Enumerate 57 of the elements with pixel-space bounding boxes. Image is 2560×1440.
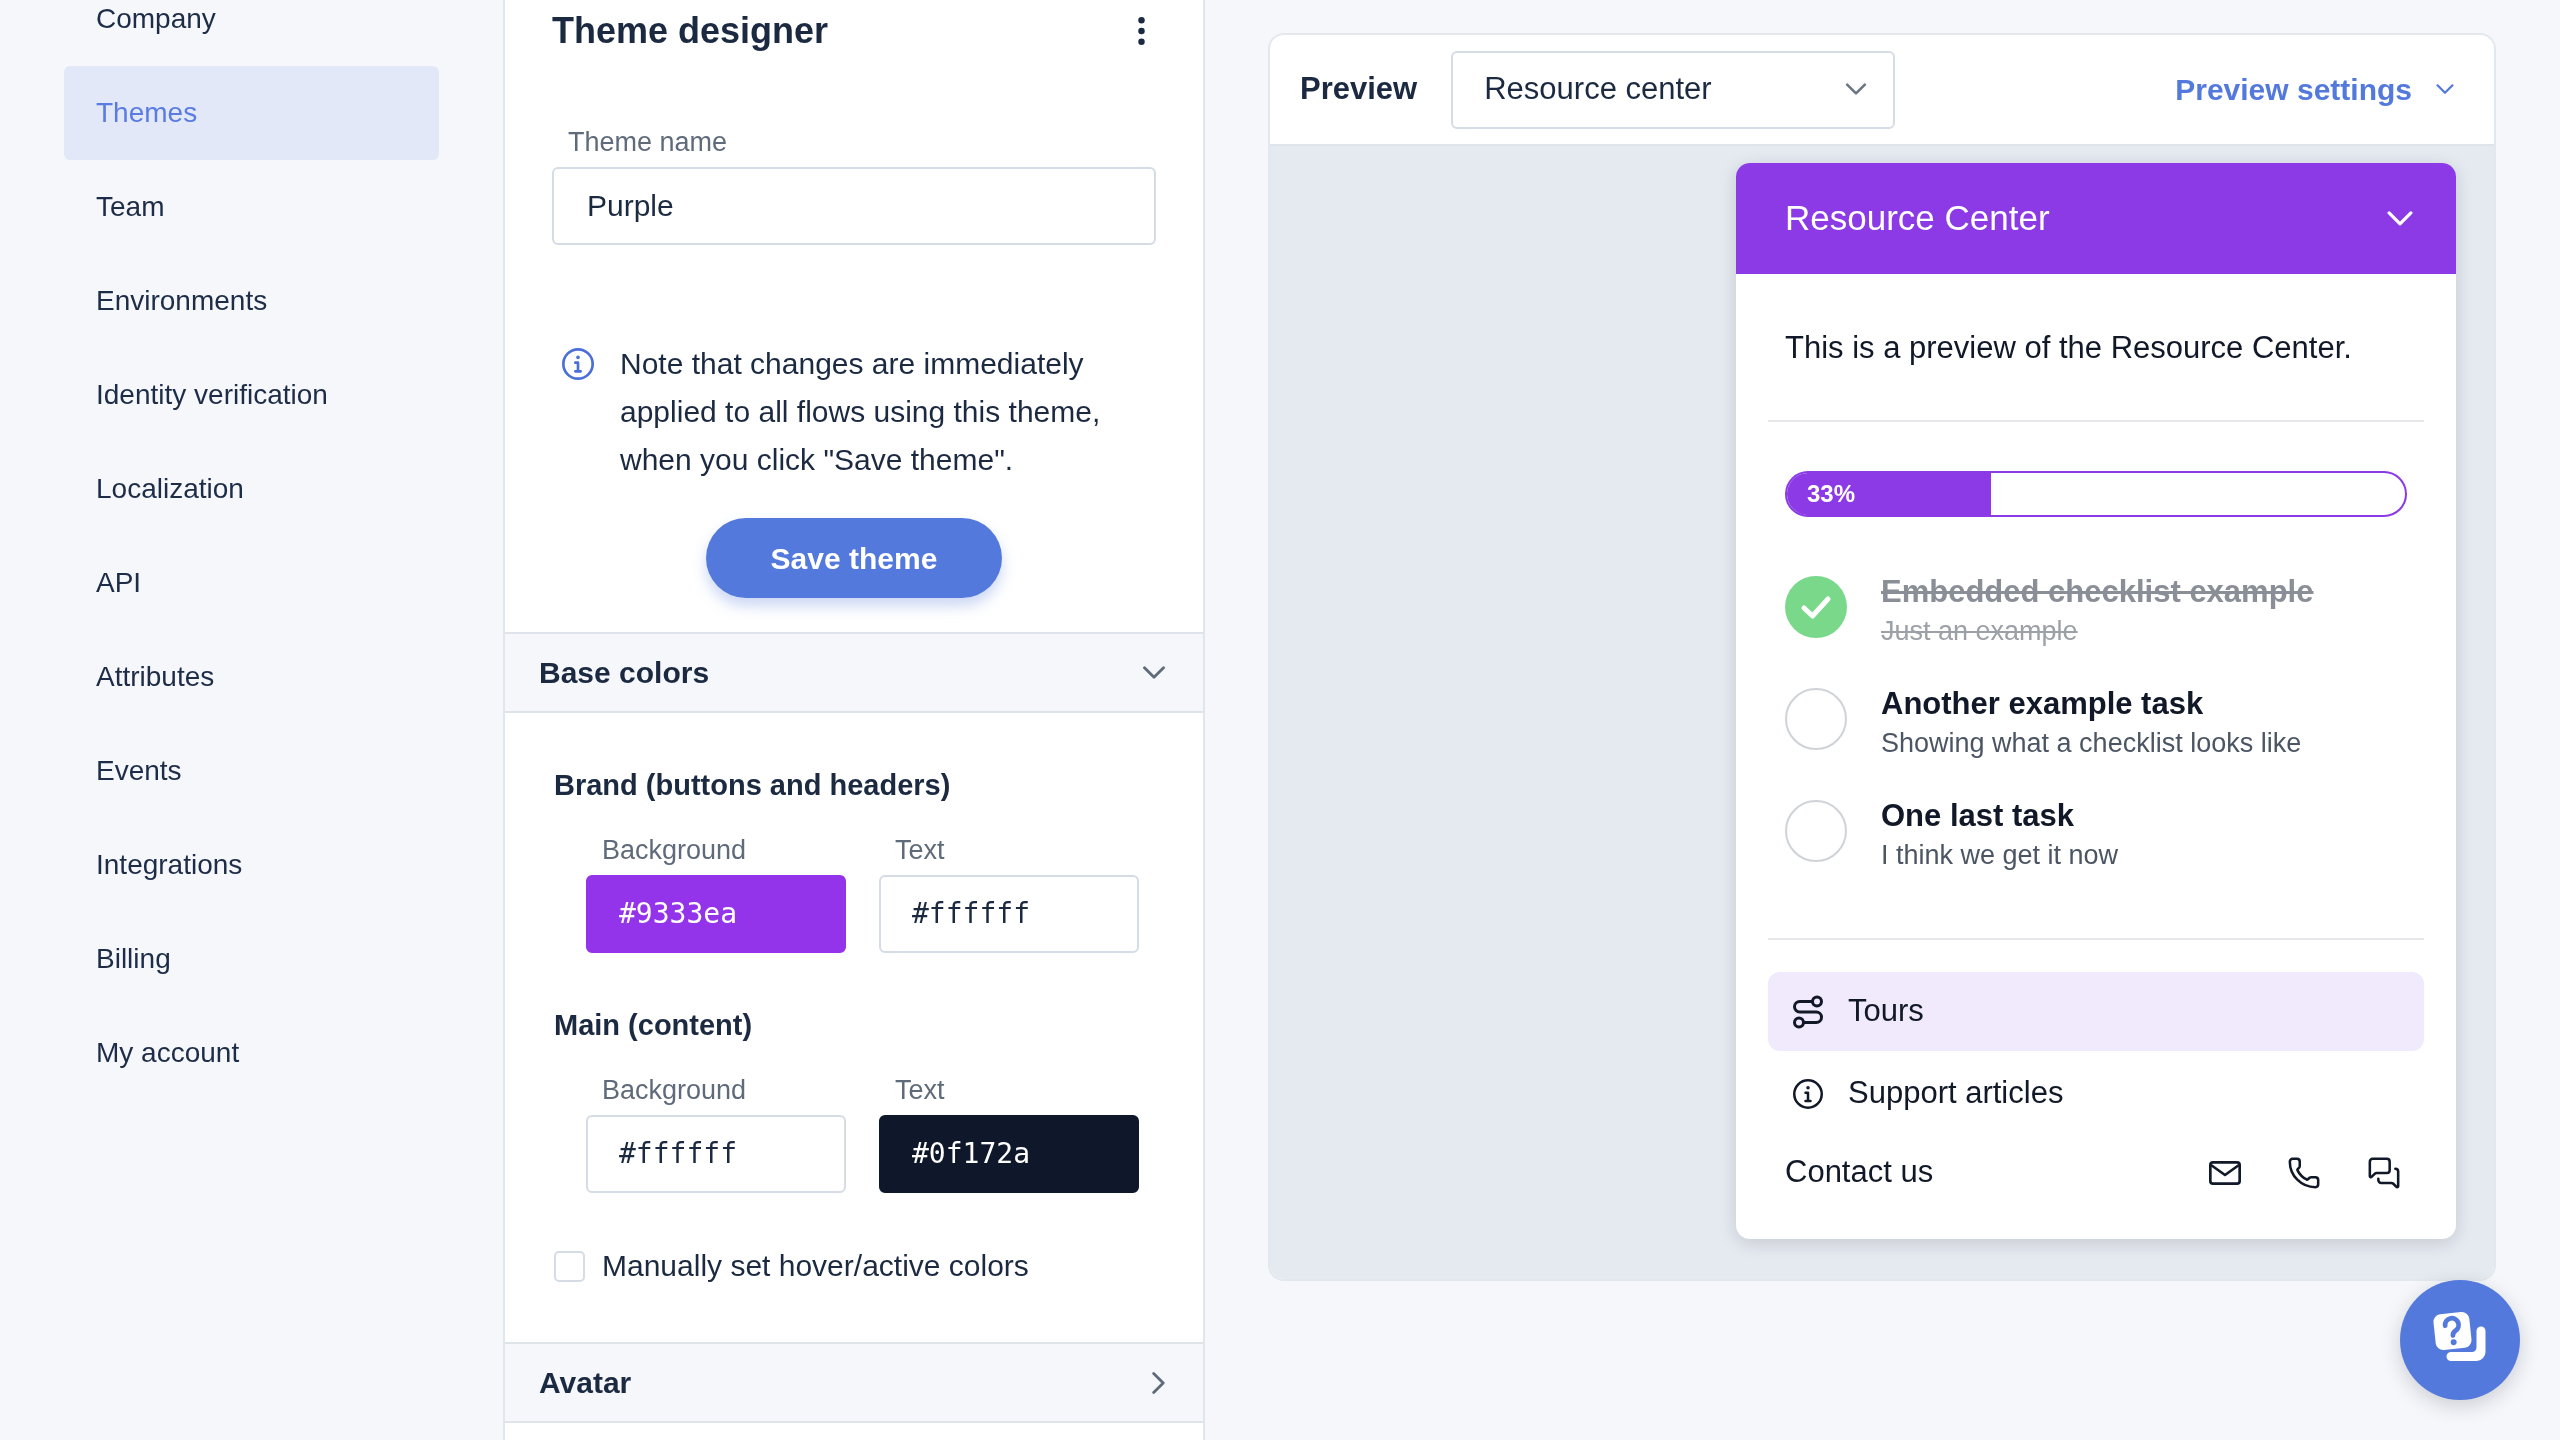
sidebar-item[interactable]: Events [64,724,439,818]
sidebar-item[interactable]: Company [64,0,439,66]
sidebar-item[interactable]: Integrations [64,818,439,912]
group-title: Main (content) [554,1008,754,1043]
field-label: Background [601,1074,748,1107]
task-title: Embedded checklist example [1881,576,2314,608]
sidebar-item[interactable]: Localization [64,442,439,536]
note-text: Note that changes are immediately applied to all flows using this theme, when you click "Save theme". [620,346,1102,478]
intro-text: This is a preview of the Resource Center. [1784,329,2353,367]
chevron-down-icon [2436,84,2454,95]
color-input[interactable]: #9333ea [586,875,846,953]
resource-link[interactable]: Tours [1768,972,2424,1051]
chevron-down-icon [1142,665,1166,680]
save-theme-button[interactable]: Save theme [706,518,1002,598]
sidebar-item[interactable]: Attributes [64,630,439,724]
sidebar-item[interactable]: My account [64,1006,439,1100]
widget-title: Resource Center [1785,197,2050,240]
preview-settings-link[interactable]: Preview settings [2175,67,2454,112]
field-label: Text [894,834,946,867]
sidebar-item[interactable]: API [64,536,439,630]
field-label: Theme name [568,127,728,157]
checkbox-label: Manually set hover/active colors [602,1249,1029,1283]
group-title: Brand (buttons and headers) [554,768,952,803]
task-subtitle: Showing what a checklist looks like [1881,727,2302,760]
chat-icon[interactable] [2367,1155,2401,1190]
color-input[interactable]: #ffffff [586,1115,846,1193]
checkbox[interactable] [554,1250,585,1282]
field-label: Text [894,1074,946,1107]
chevron-down-icon [2386,210,2414,227]
sidebar-item[interactable]: Billing [64,912,439,1006]
panel-title: Theme designer [552,9,829,53]
task-subtitle: I think we get it now [1881,839,2119,872]
color-input[interactable]: #0f172a [879,1115,1139,1193]
phone-icon[interactable] [2287,1155,2321,1190]
chevron-down-icon [1845,83,1868,96]
section-header[interactable]: Base colors [505,632,1203,713]
color-input[interactable]: #ffffff [879,875,1139,953]
field-label: Background [601,834,748,867]
task-subtitle: Just an example [1881,615,2079,648]
sidebar-item[interactable]: Environments [64,254,439,348]
route-icon [1790,993,1826,1030]
theme-name-input[interactable]: Purple [552,167,1156,245]
preview-label: Preview [1300,70,1418,109]
info-icon [1793,1078,1823,1109]
sidebar-item[interactable]: Team [64,160,439,254]
chevron-right-icon [1152,1370,1166,1395]
section-header[interactable]: Avatar [505,1342,1203,1423]
info-icon [562,348,594,380]
preview-select[interactable]: Resource center [1451,50,1896,129]
task-title: One last task [1881,800,2075,832]
contact-label: Contact us [1785,1153,1934,1192]
check-circle-icon[interactable] [1785,576,1847,638]
progress-reading: 33% [1807,479,1856,509]
task-title: Another example task [1881,688,2205,720]
sidebar-item[interactable]: Identity verification [64,348,439,442]
mail-icon[interactable] [2209,1160,2241,1185]
more-options-icon[interactable] [1138,17,1145,45]
